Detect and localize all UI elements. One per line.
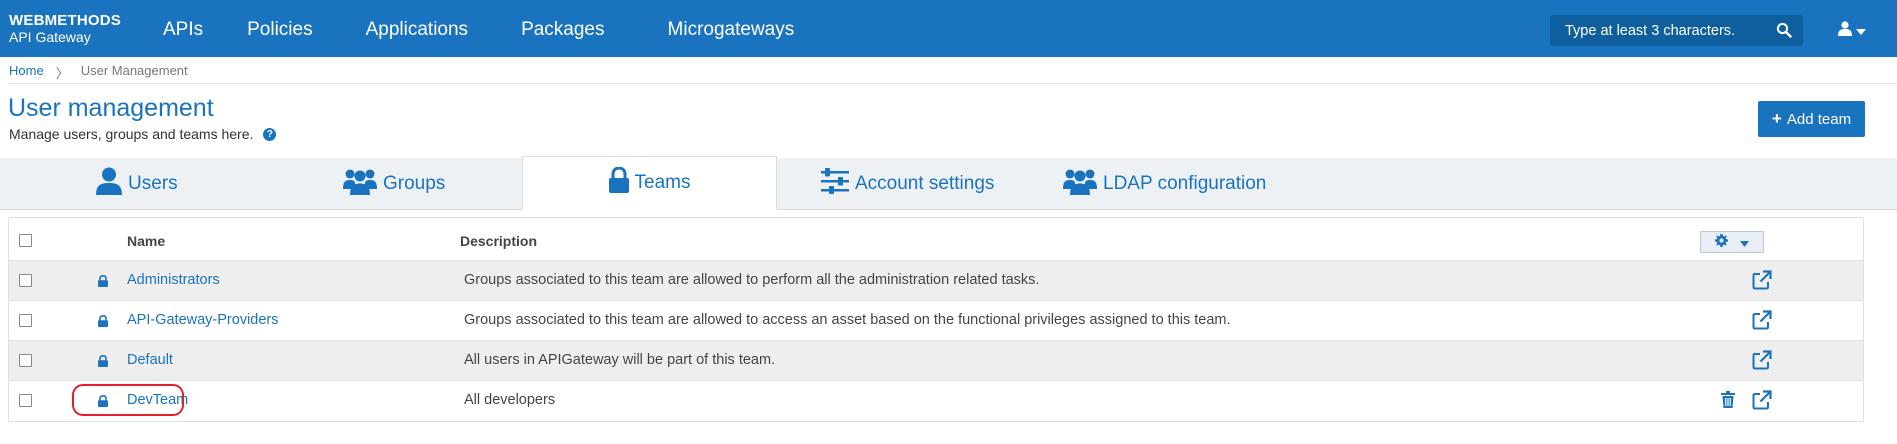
row-checkbox[interactable] bbox=[19, 354, 32, 367]
team-name-link[interactable]: API-Gateway-Providers bbox=[127, 312, 279, 328]
lock-icon bbox=[98, 354, 108, 370]
search-icon[interactable] bbox=[1776, 22, 1792, 41]
table-settings-button[interactable] bbox=[1700, 231, 1764, 253]
team-description: All developers bbox=[464, 392, 556, 408]
tab-ldap-configuration-label: LDAP configuration bbox=[1103, 173, 1267, 194]
external-link-icon[interactable] bbox=[1752, 390, 1772, 413]
breadcrumb: Home 〉 User Management bbox=[9, 63, 188, 82]
lock-icon bbox=[98, 314, 108, 330]
add-team-button[interactable]: + Add team bbox=[1758, 101, 1865, 137]
tab-teams-label: Teams bbox=[634, 172, 691, 193]
chevron-down-icon bbox=[1740, 234, 1749, 250]
row-checkbox[interactable] bbox=[19, 394, 32, 407]
table-row: Administrators Groups associated to this… bbox=[9, 261, 1863, 301]
lock-icon bbox=[98, 394, 108, 410]
main-nav: APIs Policies Applications Packages Micr… bbox=[163, 0, 794, 57]
top-navigation-bar: WEBMETHODS API Gateway APIs Policies App… bbox=[0, 0, 1897, 57]
page-subtitle-row: Manage users, groups and teams here. ? bbox=[9, 126, 277, 142]
external-link-icon[interactable] bbox=[1752, 350, 1772, 373]
logo-product: API Gateway bbox=[9, 29, 91, 45]
breadcrumb-home[interactable]: Home bbox=[9, 63, 44, 82]
tab-groups[interactable]: Groups bbox=[343, 158, 445, 210]
table-header-row: Name Description bbox=[9, 218, 1863, 261]
plus-icon: + bbox=[1771, 109, 1782, 128]
table-row: API-Gateway-Providers Groups associated … bbox=[9, 301, 1863, 341]
nav-item-apis[interactable]: APIs bbox=[163, 0, 203, 57]
table-row: Default All users in APIGateway will be … bbox=[9, 341, 1863, 381]
select-all-checkbox[interactable] bbox=[19, 234, 32, 247]
user-menu[interactable] bbox=[1838, 21, 1866, 39]
tabs-bar: Users Groups Teams Account settings LDAP… bbox=[0, 156, 1897, 210]
users-icon bbox=[1063, 167, 1097, 201]
external-link-icon[interactable] bbox=[1752, 310, 1772, 333]
tab-users-label: Users bbox=[128, 173, 178, 194]
external-link-icon[interactable] bbox=[1752, 270, 1772, 293]
divider bbox=[8, 83, 1897, 84]
trash-icon[interactable] bbox=[1721, 391, 1735, 411]
tab-teams[interactable]: Teams bbox=[522, 156, 777, 210]
search-box bbox=[1550, 15, 1803, 46]
team-name-link[interactable]: Default bbox=[127, 352, 173, 368]
lock-icon bbox=[608, 166, 629, 199]
lock-icon bbox=[98, 274, 108, 290]
users-icon bbox=[343, 167, 377, 201]
team-name-link[interactable]: Administrators bbox=[127, 272, 220, 288]
tab-groups-label: Groups bbox=[383, 173, 446, 194]
tab-ldap-configuration[interactable]: LDAP configuration bbox=[1063, 158, 1266, 210]
tab-account-settings[interactable]: Account settings bbox=[821, 158, 994, 210]
table-row: DevTeam All developers bbox=[9, 381, 1863, 421]
row-checkbox[interactable] bbox=[19, 274, 32, 287]
help-icon[interactable]: ? bbox=[263, 127, 277, 141]
user-icon bbox=[96, 167, 122, 201]
column-header-description[interactable]: Description bbox=[460, 233, 537, 249]
team-description: Groups associated to this team are allow… bbox=[464, 312, 1231, 328]
chevron-down-icon bbox=[1856, 22, 1866, 38]
nav-item-packages[interactable]: Packages bbox=[521, 0, 604, 57]
logo-brand: WEBMETHODS bbox=[9, 12, 121, 29]
page-subtitle: Manage users, groups and teams here. bbox=[9, 126, 254, 142]
breadcrumb-current: User Management bbox=[80, 63, 188, 78]
search-input[interactable] bbox=[1550, 22, 1765, 39]
breadcrumb-separator: 〉 bbox=[55, 66, 69, 81]
team-name-link[interactable]: DevTeam bbox=[127, 392, 188, 408]
tab-users[interactable]: Users bbox=[96, 158, 178, 210]
tab-account-settings-label: Account settings bbox=[855, 173, 995, 194]
sliders-icon bbox=[821, 168, 849, 200]
page-title: User management bbox=[8, 94, 214, 122]
teams-table: Name Description Administrators Groups a… bbox=[8, 217, 1864, 422]
nav-item-policies[interactable]: Policies bbox=[247, 0, 312, 57]
add-team-label: Add team bbox=[1786, 110, 1852, 128]
nav-item-applications[interactable]: Applications bbox=[366, 0, 468, 57]
gear-icon bbox=[1715, 234, 1728, 250]
row-checkbox[interactable] bbox=[19, 314, 32, 327]
column-header-name[interactable]: Name bbox=[127, 233, 165, 249]
team-description: All users in APIGateway will be part of … bbox=[464, 352, 776, 368]
nav-item-microgateways[interactable]: Microgateways bbox=[668, 0, 795, 57]
logo[interactable]: WEBMETHODS API Gateway bbox=[9, 12, 121, 46]
user-icon bbox=[1838, 21, 1852, 39]
team-description: Groups associated to this team are allow… bbox=[464, 272, 1040, 288]
